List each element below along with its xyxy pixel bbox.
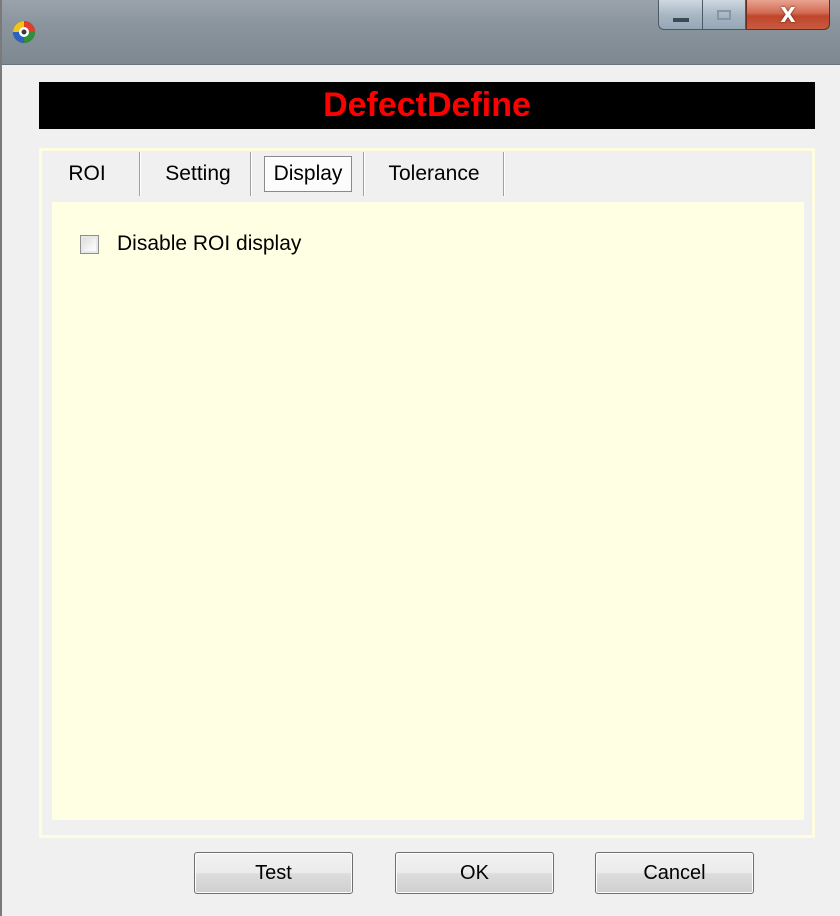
maximize-icon	[717, 9, 731, 20]
tab-setting-label: Setting	[165, 161, 231, 185]
ok-button-label: OK	[460, 861, 489, 884]
tab-separator	[363, 152, 364, 196]
cancel-button-label: Cancel	[643, 861, 706, 884]
display-tab-panel	[52, 202, 804, 820]
window-controls: X	[658, 0, 830, 32]
tab-tolerance[interactable]: Tolerance	[374, 152, 494, 195]
tab-roi[interactable]: ROI	[52, 152, 122, 195]
tab-separator	[250, 152, 251, 196]
test-button-label: Test	[255, 861, 292, 884]
minimize-button[interactable]	[658, 0, 702, 30]
title-bar[interactable]: X	[2, 0, 840, 65]
test-button[interactable]: Test	[194, 852, 353, 894]
tab-separator	[503, 152, 504, 196]
app-globe-icon[interactable]	[12, 20, 36, 44]
minimize-icon	[672, 17, 689, 22]
page-title: DefectDefine	[323, 86, 531, 124]
tab-display[interactable]: Display	[264, 152, 352, 195]
tab-display-label: Display	[273, 161, 343, 185]
disable-roi-display-option[interactable]: Disable ROI display	[80, 232, 301, 256]
close-icon: X	[780, 2, 796, 27]
tab-setting[interactable]: Setting	[158, 152, 238, 195]
tab-separator	[139, 152, 140, 196]
maximize-button[interactable]	[702, 0, 746, 30]
tab-roi-label: ROI	[68, 161, 106, 185]
ok-button[interactable]: OK	[395, 852, 554, 894]
cancel-button[interactable]: Cancel	[595, 852, 754, 894]
tab-display-active-frame: Display	[264, 155, 352, 192]
header-banner: DefectDefine	[39, 82, 815, 129]
disable-roi-display-label[interactable]: Disable ROI display	[117, 232, 301, 256]
tab-tolerance-label: Tolerance	[388, 161, 480, 185]
dialog-window: X DefectDefine ROI Setting Display Toler…	[0, 0, 840, 916]
close-button[interactable]: X	[746, 0, 830, 30]
disable-roi-display-checkbox[interactable]	[80, 234, 99, 254]
